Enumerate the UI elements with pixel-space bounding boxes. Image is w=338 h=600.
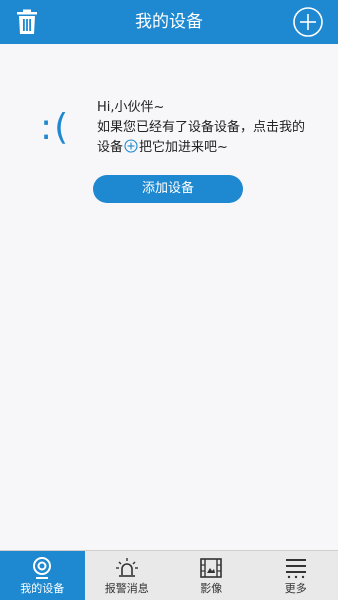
alarm-light-icon <box>115 558 138 577</box>
instruction-text: 如果您已经有了设备设备，点击我的 <box>97 120 306 135</box>
instruction-text-part1: 设备 <box>97 140 124 155</box>
film-icon <box>200 558 223 578</box>
sad-face-emoticon: :( <box>40 107 71 148</box>
tab-label: 我的设备 <box>20 582 65 595</box>
tab-label: 报警消息 <box>104 582 149 595</box>
instruction-text-2: 设备 把它加进来吧~ <box>97 138 329 158</box>
bottom-tab-bar: 我的设备 报警消息 影像 更多 <box>0 550 338 600</box>
page-title: 我的设备 <box>135 12 203 32</box>
add-device-button[interactable]: 添加设备 <box>93 175 243 203</box>
greeting-text: Hi,小伙伴~ <box>97 100 165 115</box>
tab-alarm-messages[interactable]: 报警消息 <box>85 551 170 600</box>
add-circle-icon[interactable] <box>292 6 324 38</box>
tab-media[interactable]: 影像 <box>169 551 254 600</box>
tab-more[interactable]: 更多 <box>254 551 338 600</box>
header-bar: 我的设备 <box>0 0 338 44</box>
tab-label: 影像 <box>200 582 223 595</box>
add-circle-icon <box>124 139 138 153</box>
camera-icon <box>33 557 52 579</box>
instruction-text-part2: 把它加进来吧~ <box>139 140 228 155</box>
tab-label: 更多 <box>284 582 307 595</box>
menu-icon <box>285 559 306 579</box>
empty-message: Hi,小伙伴~ 如果您已经有了设备设备，点击我的 设备 把它加进来吧~ <box>97 98 329 158</box>
tab-my-devices[interactable]: 我的设备 <box>0 551 85 600</box>
